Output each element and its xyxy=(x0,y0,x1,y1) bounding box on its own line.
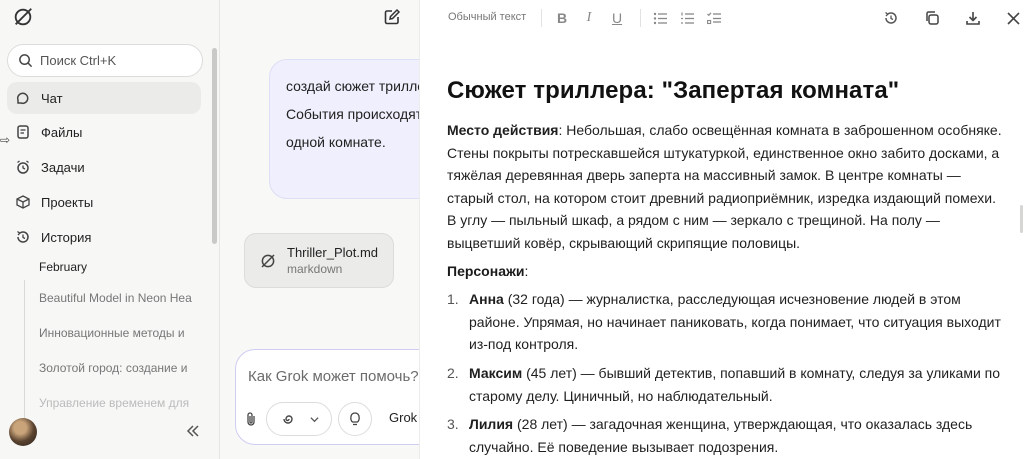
history-item[interactable]: Управление временем для xyxy=(25,385,202,420)
sidebar-item-projects[interactable]: Проекты xyxy=(7,186,201,218)
grok-logo-icon[interactable] xyxy=(12,6,34,28)
list-number: 2. xyxy=(447,364,459,381)
collapse-sidebar-button[interactable] xyxy=(186,424,200,442)
history-icon xyxy=(17,230,29,243)
lightbulb-icon xyxy=(350,412,360,426)
toolbar-divider xyxy=(640,9,641,27)
avatar[interactable] xyxy=(9,418,37,446)
model-selector[interactable]: Grok 3 xyxy=(389,410,420,425)
character-list-item: 3. Лилия (28 лет) — загадочная женщина, … xyxy=(447,413,1002,458)
checklist-icon xyxy=(706,11,721,24)
attachment-card[interactable]: Thriller_Plot.md markdown xyxy=(244,233,394,288)
sidebar-item-label: Файлы xyxy=(41,124,83,140)
character-name: Анна xyxy=(469,291,504,308)
search-icon xyxy=(19,54,33,68)
clock-icon xyxy=(17,160,29,174)
sidebar-item-history[interactable]: История xyxy=(7,221,201,253)
history-item[interactable]: Инновационные методы и xyxy=(25,315,202,350)
download-icon xyxy=(966,12,980,25)
checklist-button[interactable] xyxy=(705,9,723,27)
user-message-text: создай сюжет триллера. События происходя… xyxy=(286,78,420,150)
search-placeholder: Поиск Ctrl+K xyxy=(40,53,117,68)
character-name: Лилия xyxy=(469,416,514,433)
spiral-icon xyxy=(282,415,293,424)
composer[interactable]: Как Grok может помочь? xyxy=(235,349,420,445)
chat-bubble-icon xyxy=(16,92,29,105)
italic-icon: I xyxy=(586,10,592,25)
underline-button[interactable]: U xyxy=(608,9,626,27)
chat-area: создай сюжет триллера. События происходя… xyxy=(220,0,420,459)
cube-icon xyxy=(16,195,30,209)
history-item[interactable]: Beautiful Model in Neon Hea xyxy=(25,280,202,315)
close-button[interactable] xyxy=(1004,9,1022,27)
sidebar-item-label: История xyxy=(41,229,92,245)
numbered-list-button[interactable] xyxy=(678,9,696,27)
list-number: 3. xyxy=(447,416,459,433)
character-text: (45 лет) — бывший детектив, попавший в к… xyxy=(469,364,1001,404)
think-button[interactable] xyxy=(338,402,372,436)
italic-button[interactable]: I xyxy=(580,9,598,27)
resize-handle[interactable] xyxy=(1020,205,1023,233)
setting-paragraph: Место действия: Небольшая, слабо освещён… xyxy=(447,119,1002,255)
chevron-down-icon xyxy=(309,416,319,422)
bold-button[interactable]: B xyxy=(553,9,571,27)
history-item[interactable]: Золотой город: создание и xyxy=(25,350,202,385)
setting-label: Место действия xyxy=(447,122,559,138)
attach-button[interactable] xyxy=(240,402,262,436)
sidebar-item-chat[interactable]: Чат xyxy=(7,82,201,114)
sidebar: Поиск Ctrl+K Чат Файлы Задачи Проекты Ис… xyxy=(0,0,220,459)
paperclip-icon xyxy=(247,412,255,426)
grok-logo-icon xyxy=(261,253,275,268)
sidebar-item-label: Задачи xyxy=(41,159,85,175)
sidebar-item-files[interactable]: Файлы xyxy=(7,116,201,148)
characters-heading: Персонажи: xyxy=(447,260,1002,283)
new-chat-icon[interactable] xyxy=(383,8,401,26)
underline-icon: U xyxy=(611,10,623,26)
close-icon xyxy=(1006,11,1020,25)
characters-label: Персонажи xyxy=(447,262,525,279)
history-list: Beautiful Model in Neon Hea Инновационны… xyxy=(24,280,202,420)
copy-icon xyxy=(926,11,939,25)
file-icon xyxy=(17,125,29,139)
document-panel: Обычный текст B I U Сюжет триллера: "Зап… xyxy=(420,0,1024,459)
mouse-pointer-icon: ⇨ xyxy=(0,133,11,147)
character-list-item: 2. Максим (45 лет) — бывший детектив, по… xyxy=(447,362,1002,407)
composer-input[interactable]: Как Grok может помочь? xyxy=(248,368,419,385)
document-title: Сюжет триллера: "Запертая комната" xyxy=(447,77,900,104)
copy-button[interactable] xyxy=(923,9,941,27)
attachment-type: markdown xyxy=(287,262,343,276)
sidebar-item-label: Проекты xyxy=(41,194,94,210)
version-history-button[interactable] xyxy=(882,9,900,27)
numbered-list-icon xyxy=(680,12,694,24)
deepsearch-toggle[interactable] xyxy=(266,402,332,436)
sidebar-item-label: Чат xyxy=(41,90,63,106)
setting-text: : Небольшая, слабо освещённая комната в … xyxy=(447,122,1002,251)
user-message-bubble: создай сюжет триллера. События происходя… xyxy=(269,59,420,199)
list-number: 1. xyxy=(447,291,459,308)
character-text: (28 лет) — загадочная женщина, утверждаю… xyxy=(469,416,973,455)
bullet-list-button[interactable] xyxy=(651,9,669,27)
character-text: (32 года) — журналистка, расследующая ис… xyxy=(469,291,1001,353)
toolbar-divider xyxy=(541,9,542,27)
double-chevron-left-icon xyxy=(186,425,199,437)
history-month-heading: February xyxy=(39,260,88,274)
search-input[interactable]: Поиск Ctrl+K xyxy=(7,44,203,77)
character-description: Анна (32 года) — журналистка, расследующ… xyxy=(469,288,1002,356)
history-icon xyxy=(885,11,897,24)
bullet-list-icon xyxy=(653,12,667,24)
text-style-dropdown[interactable]: Обычный текст xyxy=(448,11,526,23)
character-name: Максим xyxy=(469,364,523,381)
attachment-name: Thriller_Plot.md xyxy=(287,245,379,260)
sidebar-item-tasks[interactable]: Задачи xyxy=(7,151,201,183)
character-description: Лилия (28 лет) — загадочная женщина, утв… xyxy=(469,413,1002,458)
character-list-item: 1. Анна (32 года) — журналистка, расслед… xyxy=(447,288,1002,356)
sidebar-scrollbar[interactable] xyxy=(212,48,217,244)
character-description: Максим (45 лет) — бывший детектив, попав… xyxy=(469,362,1002,407)
download-button[interactable] xyxy=(964,9,982,27)
characters-colon: : xyxy=(524,262,529,279)
bold-icon: B xyxy=(556,10,568,26)
document-content[interactable]: Сюжет триллера: "Запертая комната" Место… xyxy=(447,77,1002,459)
